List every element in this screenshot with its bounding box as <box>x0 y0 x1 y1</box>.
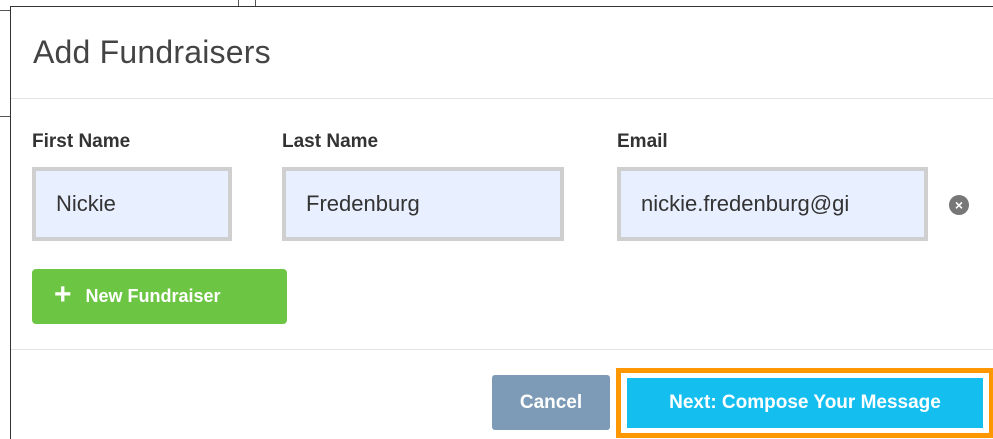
modal-header: Add Fundraisers <box>11 7 993 99</box>
new-fundraiser-button[interactable]: + New Fundraiser <box>32 269 287 324</box>
modal-title: Add Fundraisers <box>33 34 271 70</box>
email-field[interactable] <box>617 167 928 241</box>
plus-icon: + <box>54 278 72 311</box>
next-compose-message-button[interactable]: Next: Compose Your Message <box>627 378 983 428</box>
remove-fundraiser-close-icon[interactable]: × <box>949 195 969 215</box>
first-name-field[interactable] <box>32 167 232 241</box>
add-fundraisers-modal: Add Fundraisers First Name Last Name Ema… <box>10 6 993 439</box>
last-name-field[interactable] <box>282 167 564 241</box>
cancel-button[interactable]: Cancel <box>492 375 610 430</box>
new-fundraiser-label: New Fundraiser <box>85 286 221 306</box>
email-label: Email <box>617 131 668 152</box>
footer-divider <box>11 349 993 350</box>
last-name-label: Last Name <box>282 131 379 152</box>
first-name-label: First Name <box>32 131 131 152</box>
page: Add Fundraisers First Name Last Name Ema… <box>0 0 993 439</box>
